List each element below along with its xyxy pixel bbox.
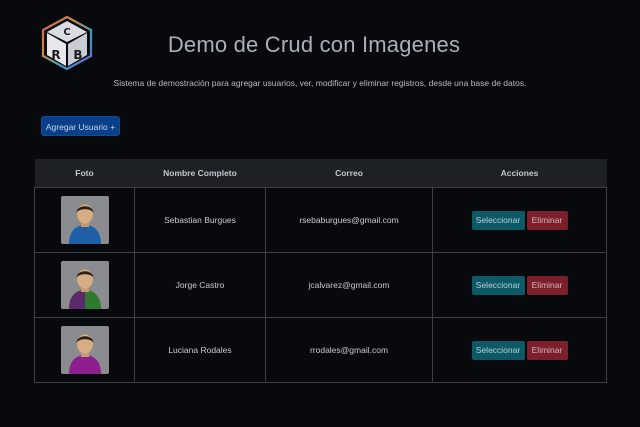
actions-cell: Seleccionar Eliminar [432,317,607,383]
page: C R B Demo de Crud con Imagenes Sistema … [0,0,640,427]
photo-cell [34,317,135,383]
email-cell: jcalvarez@gmail.com [265,252,433,318]
column-header-actions: Acciones [432,159,607,188]
user-avatar-icon [60,326,109,374]
actions-cell: Seleccionar Eliminar [432,252,607,318]
table-row: Sebastian Burgues rsebaburgues@gmail.com… [34,187,607,253]
name-cell: Jorge Castro [134,252,266,318]
add-user-button[interactable]: Agregar Usuario + [41,116,120,136]
select-button[interactable]: Seleccionar [471,275,525,295]
delete-button[interactable]: Eliminar [526,210,568,230]
table-header-row: Foto Nombre Completo Correo Acciones [34,159,607,188]
page-subtitle: Sistema de demostración para agregar usu… [113,78,527,88]
table-row: Jorge Castro jcalvarez@gmail.com Selecci… [34,252,607,318]
photo-cell [34,187,135,253]
email-cell: rrodales@gmail.com [265,317,433,383]
table-row: Luciana Rodales rrodales@gmail.com Selec… [34,317,607,383]
name-cell: Luciana Rodales [134,317,266,383]
select-button[interactable]: Seleccionar [471,210,525,230]
users-table: Foto Nombre Completo Correo Acciones Seb… [34,159,607,383]
page-title: Demo de Crud con Imagenes [167,32,461,57]
delete-button[interactable]: Eliminar [526,340,568,360]
email-cell: rsebaburgues@gmail.com [265,187,433,253]
column-header-email: Correo [265,159,433,188]
column-header-name: Nombre Completo [134,159,266,188]
actions-cell: Seleccionar Eliminar [432,187,607,253]
user-avatar-icon [60,261,109,309]
select-button[interactable]: Seleccionar [471,340,525,360]
delete-button[interactable]: Eliminar [526,275,568,295]
column-header-photo: Foto [34,159,135,188]
photo-cell [34,252,135,318]
name-cell: Sebastian Burgues [134,187,266,253]
user-avatar-icon [60,196,109,244]
